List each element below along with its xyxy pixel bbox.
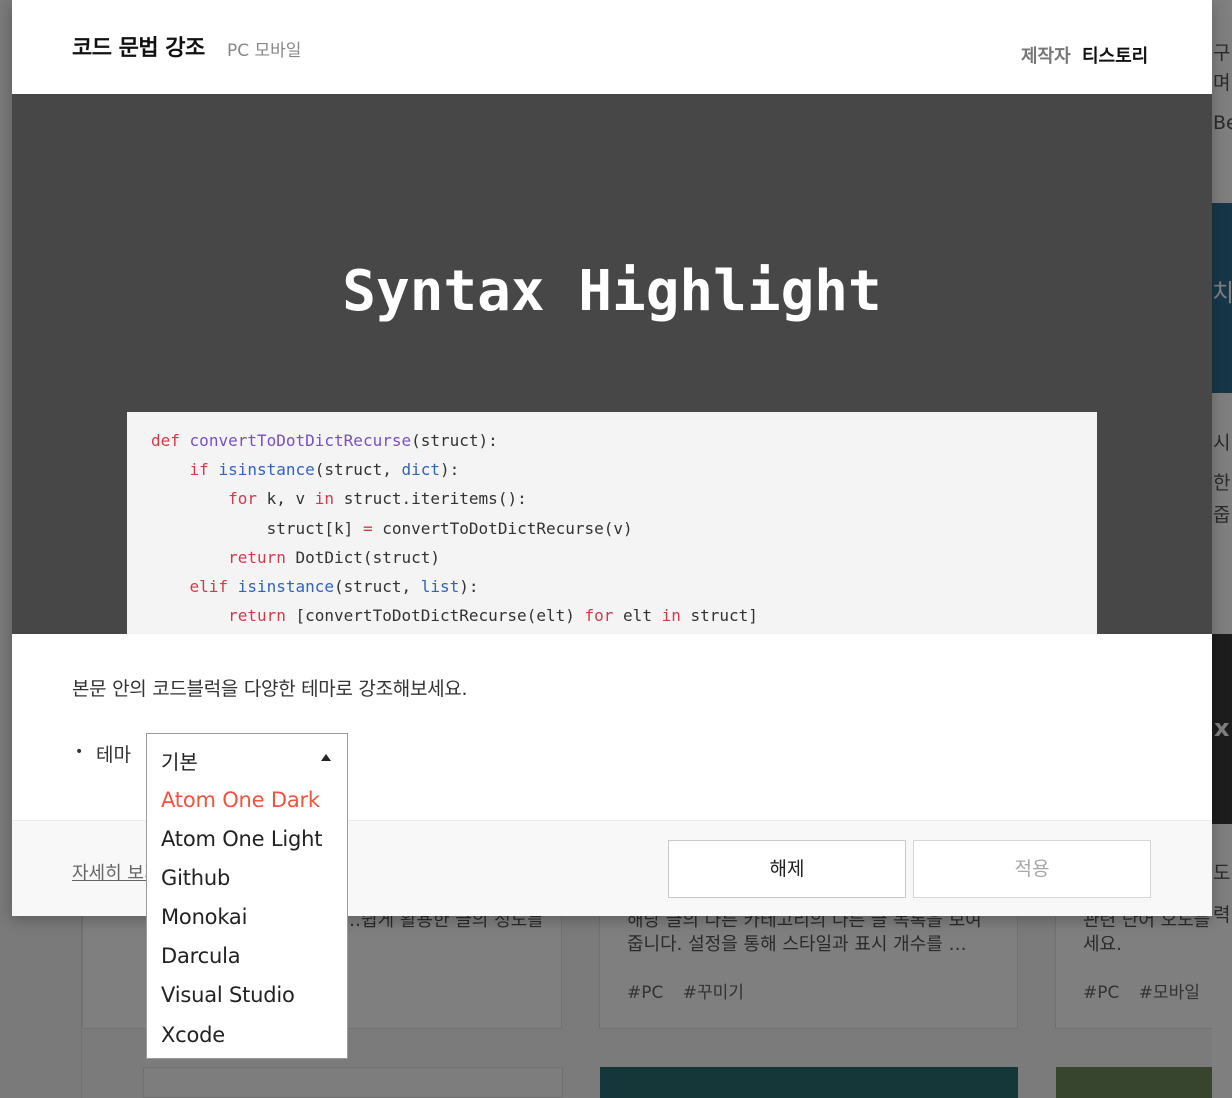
code-keyword: if: [189, 460, 209, 480]
code-line: if isinstance(struct, dict):: [151, 455, 1073, 484]
theme-option-darcula[interactable]: Darcula: [147, 937, 347, 976]
code-keyword: return: [228, 547, 286, 567]
code-text: (struct):: [411, 431, 498, 450]
code-text: DotDict(struct): [295, 547, 441, 567]
code-keyword: for: [584, 606, 614, 626]
code-preview: def convertToDotDictRecurse(struct): if …: [127, 412, 1097, 634]
code-keyword: for: [228, 489, 257, 509]
plugin-modal: 코드 문법 강조 PC 모바일 제작자 티스토리 Syntax Highligh…: [12, 0, 1212, 1059]
code-keyword: in: [661, 606, 681, 626]
author-label: 제작자: [1021, 46, 1071, 67]
code-builtin: list: [420, 577, 460, 597]
code-text: (struct,: [334, 577, 412, 597]
code-text: elt: [623, 606, 652, 626]
caret-up-icon: [321, 754, 331, 761]
code-text: [convertToDotDictRecurse(elt): [295, 606, 575, 626]
modal-header: 코드 문법 강조 PC 모바일 제작자 티스토리: [12, 0, 1212, 94]
code-text: ):: [440, 460, 460, 480]
theme-label: 테마: [96, 744, 131, 766]
code-line: def convertToDotDictRecurse(struct):: [151, 426, 1073, 455]
plugin-description: 본문 안의 코드블럭을 다양한 테마로 강조해보세요.: [72, 678, 468, 700]
theme-option-atom-one-light[interactable]: Atom One Light: [147, 820, 347, 859]
code-builtin: dict: [401, 460, 440, 480]
code-line: return DotDict(struct): [151, 543, 1073, 572]
code-keyword: def: [151, 431, 180, 450]
code-text: k, v: [266, 489, 306, 509]
code-text: struct[k]: [266, 518, 354, 538]
modal-title: 코드 문법 강조: [72, 36, 205, 61]
code-operator: =: [362, 518, 373, 538]
code-text: struct]: [690, 606, 758, 626]
code-line: for k, v in struct.iteritems():: [151, 484, 1073, 513]
code-text: convertToDotDictRecurse(v): [382, 518, 633, 538]
code-line: return [convertToDotDictRecurse(elt) for…: [151, 601, 1073, 630]
theme-option-atom-one-dark[interactable]: Atom One Dark: [147, 781, 347, 820]
platform-label: PC 모바일: [227, 41, 302, 61]
code-line: struct[k] = convertToDotDictRecurse(v): [151, 514, 1073, 543]
code-keyword: return: [228, 606, 286, 626]
code-text: (struct,: [314, 460, 392, 480]
code-line: elif isinstance(struct, list):: [151, 572, 1073, 601]
code-builtin: isinstance: [218, 460, 315, 480]
theme-option-visual-studio[interactable]: Visual Studio: [147, 976, 347, 1015]
theme-option-monokai[interactable]: Monokai: [147, 898, 347, 937]
code-keyword: in: [314, 489, 335, 509]
code-keyword: elif: [189, 577, 229, 597]
author-name: 티스토리: [1082, 46, 1149, 67]
preview-hero: Syntax Highlight def convertToDotDictRec…: [12, 94, 1212, 634]
code-function: convertToDotDictRecurse: [189, 431, 412, 450]
release-button[interactable]: 해제: [668, 840, 906, 898]
apply-button[interactable]: 적용: [913, 840, 1151, 898]
theme-select[interactable]: 기본: [146, 733, 348, 783]
theme-select-value: 기본: [161, 750, 198, 774]
theme-option-xcode[interactable]: Xcode: [147, 1016, 347, 1055]
code-text: ):: [459, 577, 479, 597]
theme-dropdown-list: Atom One Dark Atom One Light Github Mono…: [146, 778, 348, 1059]
code-text: struct.iteritems():: [343, 489, 527, 509]
bullet: •: [75, 744, 84, 760]
theme-option-github[interactable]: Github: [147, 859, 347, 898]
hero-title: Syntax Highlight: [342, 259, 882, 324]
code-builtin: isinstance: [237, 577, 335, 597]
